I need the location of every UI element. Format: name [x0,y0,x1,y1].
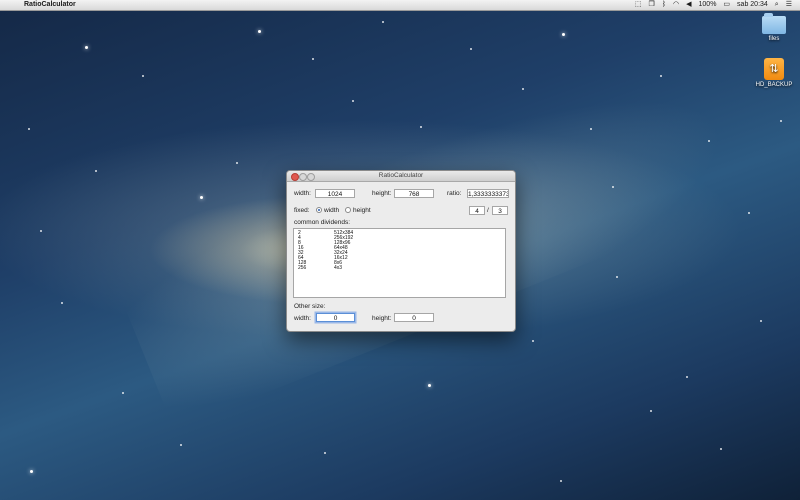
star-decoration [28,128,30,130]
star-decoration [590,128,592,130]
notification-icon[interactable]: ⬚ [635,0,642,10]
other-size-label: Other size: [294,303,326,310]
usb-drive-icon: ⇅ [764,58,784,80]
spotlight-icon[interactable]: ⌕ [775,0,779,10]
star-decoration [382,21,384,23]
star-decoration [324,452,326,454]
volume-icon[interactable]: ◀ [686,0,691,10]
star-decoration [760,320,762,322]
battery-icon[interactable]: ▭ [723,0,730,10]
star-decoration [30,470,33,473]
dividend-divisor: 256 [298,265,307,271]
bluetooth-icon[interactable]: ᛒ [662,0,666,10]
star-decoration [420,126,422,128]
common-dividends-label: common dividends: [294,219,350,226]
menu-extras: ⬚ ❒ ᛒ ◠ ◀ 100% ▭ sab 20:34 ⌕ ☰ [635,0,800,10]
desktop-item-hd-backup[interactable]: ⇅ HD_BACKUP [754,58,794,88]
other-height-label: height: [372,315,392,322]
menu-bar: RatioCalculator ⬚ ❒ ᛒ ◠ ◀ 100% ▭ sab 20:… [0,0,800,11]
star-decoration [236,162,238,164]
menu-clock[interactable]: sab 20:34 [737,0,768,10]
ratio-separator: / [487,207,489,214]
star-decoration [258,30,261,33]
star-decoration [720,448,722,450]
star-decoration [200,196,203,199]
height-field[interactable]: 768 [394,189,434,198]
folder-icon [762,13,786,34]
ratio-calculator-window: RatioCalculator width: 1024 height: 768 … [286,170,516,332]
star-decoration [122,392,124,394]
width-label: width: [294,190,311,197]
desktop-item-files[interactable]: files [754,13,794,42]
star-decoration [532,340,534,342]
wifi-icon[interactable]: ◠ [673,0,679,10]
ratio-denominator-field[interactable]: 3 [492,206,508,215]
star-decoration [352,100,354,102]
window-title: RatioCalculator [378,172,424,179]
minimize-button[interactable] [299,173,307,181]
common-dividends-list[interactable]: 2 512x384 4 256x192 8 128x96 16 64x48 32 32x24 64 1… [293,228,506,298]
battery-percent[interactable]: 100% [699,0,717,10]
fixed-height-label[interactable]: height [353,207,371,214]
star-decoration [142,75,144,77]
star-decoration [428,384,431,387]
other-height-field[interactable]: 0 [394,313,434,322]
star-decoration [780,120,782,122]
star-decoration [686,376,688,378]
star-decoration [748,212,750,214]
fixed-width-radio[interactable] [316,207,322,213]
ratio-label: ratio: [447,190,462,197]
fixed-width-label[interactable]: width [324,207,339,214]
close-button[interactable] [291,173,299,181]
star-decoration [470,48,472,50]
star-decoration [312,58,314,60]
menu-app-name[interactable]: RatioCalculator [24,0,76,10]
desktop-item-label: HD_BACKUP [755,82,793,88]
window-titlebar[interactable]: RatioCalculator [287,171,515,182]
desktop-item-label: files [768,36,780,42]
star-decoration [180,444,182,446]
star-decoration [650,410,652,412]
star-decoration [95,170,97,172]
notification-center-icon[interactable]: ☰ [786,0,792,10]
zoom-button[interactable] [307,173,315,181]
star-decoration [560,480,562,482]
ratio-numerator-field[interactable]: 4 [469,206,485,215]
ratio-field[interactable]: 1,33333333733 [467,189,509,198]
star-decoration [61,302,63,304]
star-decoration [85,46,88,49]
star-decoration [612,186,614,188]
other-width-field[interactable]: 0 [316,313,355,322]
star-decoration [616,276,618,278]
star-decoration [562,33,565,36]
fixed-label: fixed: [294,207,310,214]
other-width-label: width: [294,315,311,322]
dropbox-icon[interactable]: ❒ [649,0,655,10]
width-field[interactable]: 1024 [315,189,355,198]
star-decoration [522,88,524,90]
star-decoration [660,75,662,77]
star-decoration [40,230,42,232]
dividend-size: 4x3 [334,265,343,271]
fixed-height-radio[interactable] [345,207,351,213]
height-label: height: [372,190,392,197]
star-decoration [708,140,710,142]
